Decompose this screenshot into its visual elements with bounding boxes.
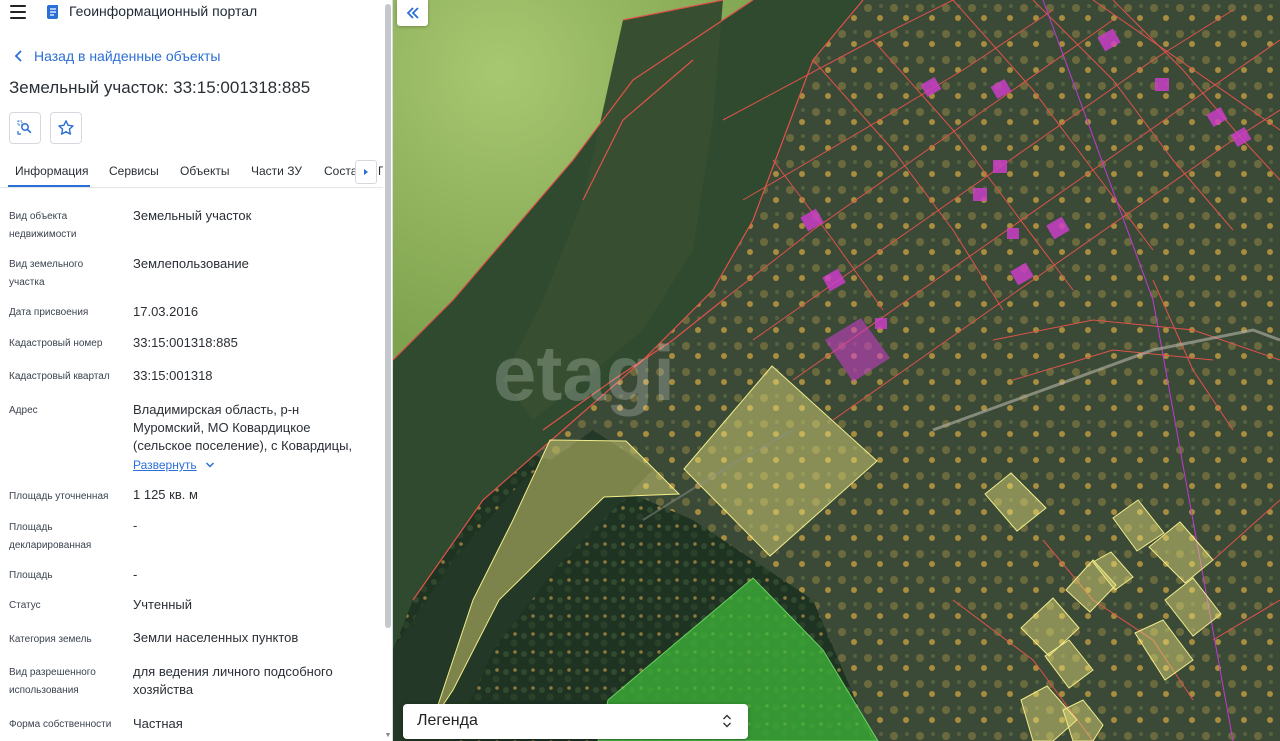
value-object-type: Земельный участок <box>133 208 252 223</box>
label-area: Площадь <box>9 570 53 581</box>
value-cadastral-quarter: 33:15:001318 <box>133 368 213 383</box>
satellite-map[interactable]: etagi <box>393 0 1280 741</box>
legend-label: Легенда <box>417 712 478 729</box>
tab-more[interactable]: Г <box>378 164 383 178</box>
label-land-category: Категория земель <box>9 634 92 645</box>
favorite-button[interactable] <box>50 112 82 144</box>
label-area-declared: Площадь декларированная <box>9 522 92 551</box>
chevron-left-icon <box>14 50 22 62</box>
label-cadastral-quarter: Кадастровый квартал <box>9 371 110 382</box>
portal-logo-icon <box>47 5 58 19</box>
label-permitted-use: Вид разрешенного использования <box>9 667 96 696</box>
label-assign-date: Дата присвоения <box>9 307 89 318</box>
up-down-arrows-icon <box>723 714 731 728</box>
panel-scrollbar[interactable]: ▼ <box>384 0 392 741</box>
portal-title: Геоинформационный портал <box>69 3 258 19</box>
label-parcel-type: Вид земельного участка <box>9 259 84 288</box>
label-cadastral-number: Кадастровый номер <box>9 338 103 349</box>
tab-composition[interactable]: Соста <box>324 164 357 178</box>
info-panel: Геоинформационный портал Назад в найденн… <box>0 0 393 741</box>
expand-address-link[interactable]: Развернуть <box>133 458 215 472</box>
locate-on-map-button[interactable] <box>9 112 41 144</box>
scroll-down-arrow-icon[interactable]: ▼ <box>384 732 392 740</box>
tab-scroll-right-button[interactable] <box>355 160 377 184</box>
back-link-label: Назад в найденные объекты <box>34 48 221 64</box>
label-ownership: Форма собственности <box>9 719 112 730</box>
chevron-down-icon <box>205 462 214 468</box>
label-status: Статус <box>9 600 41 611</box>
value-address: Владимирская область, р-н Муромский, МО К… <box>133 402 353 453</box>
value-permitted-use: для ведения личного подсобного хозяйства <box>133 664 333 697</box>
active-tab-indicator <box>8 185 90 187</box>
tab-objects[interactable]: Объекты <box>180 164 230 178</box>
value-assign-date: 17.03.2016 <box>133 304 199 319</box>
tab-information[interactable]: Информация <box>15 164 88 178</box>
value-parcel-type: Землепользование <box>133 256 249 271</box>
top-bar: Геоинформационный портал <box>0 0 392 24</box>
locate-on-map-icon <box>17 120 32 135</box>
value-land-category: Земли населенных пунктов <box>133 630 299 645</box>
page-title: Земельный участок: 33:15:001318:885 <box>9 78 311 97</box>
value-area-specified: 1 125 кв. м <box>133 487 198 502</box>
expand-label: Развернуть <box>133 458 197 472</box>
triangle-right-icon <box>364 169 368 175</box>
back-to-results-link[interactable]: Назад в найденные объекты <box>12 47 220 65</box>
hamburger-icon[interactable] <box>10 5 26 19</box>
tab-bar: Информация Сервисы Объекты Части ЗУ Сост… <box>0 156 383 188</box>
watermark: etagi <box>493 329 675 417</box>
value-area: - <box>133 567 138 582</box>
tab-parts[interactable]: Части ЗУ <box>251 164 302 178</box>
label-object-type: Вид объекта недвижимости <box>9 211 77 240</box>
value-ownership: Частная <box>133 716 183 731</box>
label-area-specified: Площадь уточненная <box>9 491 109 502</box>
tab-services[interactable]: Сервисы <box>109 164 159 178</box>
map-view[interactable]: etagi <box>393 0 1280 741</box>
value-cadastral-number: 33:15:001318:885 <box>133 335 238 350</box>
legend-dropdown[interactable]: Легенда <box>403 704 748 739</box>
scrollbar-thumb[interactable] <box>385 4 391 628</box>
value-status: Учтенный <box>133 597 193 612</box>
value-area-declared: - <box>133 518 138 533</box>
label-address: Адрес <box>9 405 38 416</box>
star-icon <box>58 120 74 135</box>
collapse-panel-button[interactable] <box>397 0 428 26</box>
double-chevron-left-icon <box>406 7 419 19</box>
